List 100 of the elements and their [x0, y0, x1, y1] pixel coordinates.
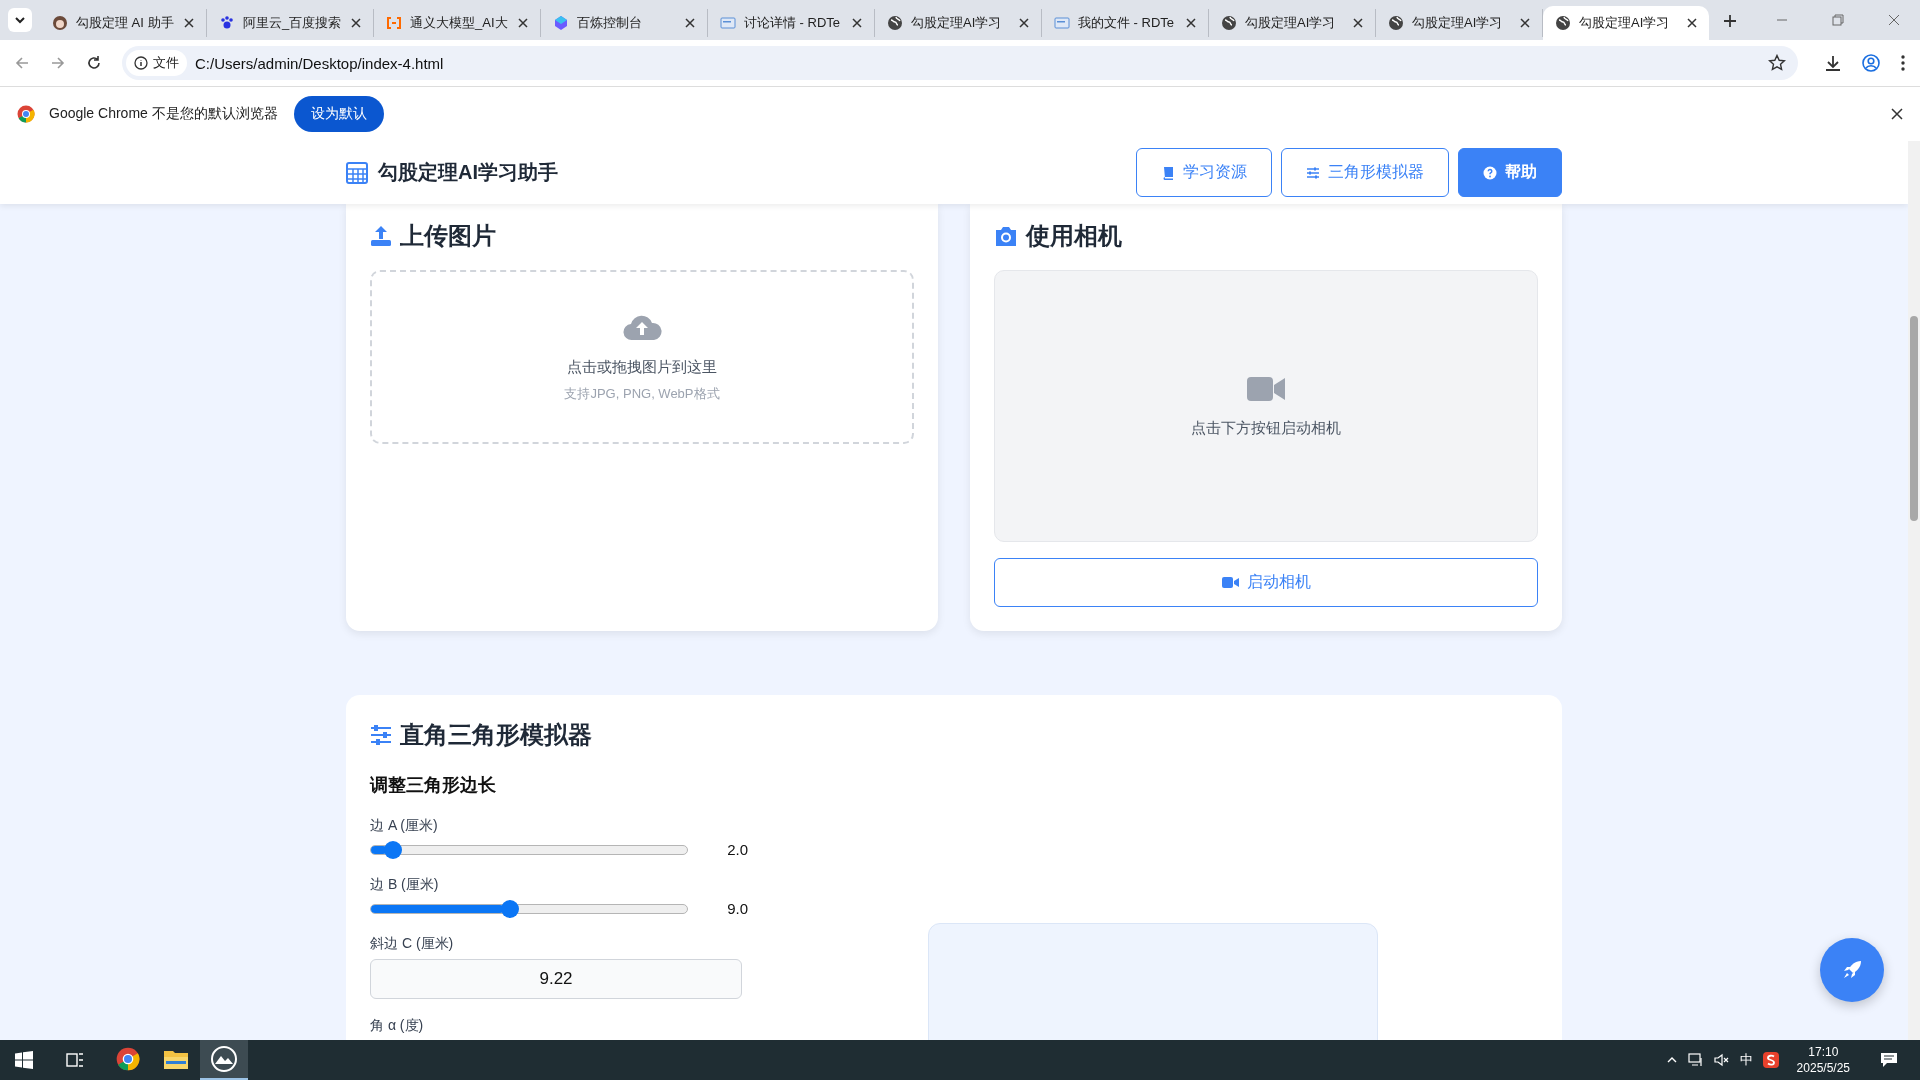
- back-icon[interactable]: [14, 55, 30, 71]
- close-icon[interactable]: [1520, 18, 1530, 28]
- site-title: 勾股定理AI学习助手: [378, 160, 558, 185]
- task-view-icon[interactable]: [66, 1051, 84, 1069]
- close-icon[interactable]: [518, 18, 528, 28]
- nav-button[interactable]: 帮助: [1458, 148, 1562, 197]
- slider-thumb[interactable]: [500, 899, 519, 918]
- tab-title: 勾股定理AI学习: [1412, 14, 1504, 32]
- slider-value: 2.0: [726, 841, 748, 858]
- format-hint: 支持JPG, PNG, WebP格式: [564, 384, 720, 403]
- document-icon: [1054, 15, 1070, 31]
- close-icon[interactable]: [1687, 18, 1697, 28]
- browser-tab[interactable]: 讨论详情 - RDTe: [708, 9, 875, 37]
- section-title: 调整三角形边长: [370, 774, 497, 797]
- network-icon[interactable]: [1687, 1053, 1704, 1067]
- calculator-icon: [346, 161, 368, 184]
- info-icon: [134, 56, 148, 70]
- input-app-icon[interactable]: [1762, 1052, 1779, 1068]
- tab-title: 我的文件 - RDTe: [1078, 14, 1176, 32]
- reload-icon[interactable]: [86, 55, 102, 71]
- close-icon[interactable]: [1186, 18, 1196, 28]
- help-icon: [1483, 165, 1497, 180]
- slider-thumb[interactable]: [383, 840, 402, 859]
- rocket-button[interactable]: [1820, 938, 1884, 1002]
- tab-title: 勾股定理AI学习: [1245, 14, 1337, 32]
- close-icon[interactable]: [685, 18, 695, 28]
- video-camera-icon: [1247, 374, 1285, 403]
- infobar-message: Google Chrome 不是您的默认浏览器: [49, 105, 278, 123]
- browser-tab[interactable]: 勾股定理AI学习: [1543, 6, 1709, 40]
- mountain-icon: [211, 1046, 237, 1072]
- tab-title: 勾股定理AI学习: [1579, 14, 1671, 32]
- download-icon[interactable]: [1824, 54, 1842, 72]
- book-icon: [1161, 165, 1175, 180]
- upload-icon: [370, 225, 392, 247]
- field-label: 角 α (度): [370, 1017, 425, 1035]
- field-label: 边 B (厘米): [370, 876, 440, 894]
- globe-icon: [1388, 15, 1404, 31]
- tab-title: 阿里云_百度搜索: [243, 14, 343, 32]
- taskbar-app[interactable]: [200, 1040, 248, 1080]
- folder-icon: [164, 1049, 188, 1069]
- cube-icon: [553, 15, 569, 31]
- video-camera-icon: [1221, 576, 1239, 589]
- new-tab-icon[interactable]: [1723, 14, 1737, 28]
- tab-title: 通义大模型_AI大: [410, 14, 509, 32]
- sliders-icon: [370, 725, 392, 745]
- url-text: C:/Users/admin/Desktop/index-4.html: [195, 54, 444, 72]
- volume-muted-icon[interactable]: [1713, 1053, 1730, 1067]
- camera-hint: 点击下方按钮启动相机: [1191, 418, 1341, 438]
- notification-icon[interactable]: [1880, 1052, 1898, 1068]
- hypotenuse-field[interactable]: 9.22: [370, 959, 742, 999]
- browser-tab[interactable]: 百炼控制台: [541, 9, 708, 37]
- close-icon[interactable]: [1353, 18, 1363, 28]
- browser-tab[interactable]: 勾股定理AI学习: [1376, 9, 1543, 37]
- site-info-chip[interactable]: 文件: [126, 50, 187, 76]
- rocket-icon: [1841, 959, 1863, 981]
- tab-title: 讨论详情 - RDTe: [744, 14, 842, 32]
- clock-date: 2025/5/25: [1796, 1060, 1850, 1076]
- drop-hint: 点击或拖拽图片到这里: [567, 357, 717, 377]
- tab-title: 百炼控制台: [577, 14, 643, 32]
- globe-icon: [1555, 15, 1571, 31]
- chrome-logo-icon: [116, 1047, 140, 1071]
- bookmark-star-icon[interactable]: [1768, 54, 1786, 72]
- menu-icon[interactable]: [1900, 54, 1906, 72]
- input-method-indicator[interactable]: 中: [1739, 1051, 1753, 1069]
- browser-tab[interactable]: 勾股定理AI学习: [1209, 9, 1376, 37]
- chrome-logo-icon: [17, 105, 35, 123]
- browser-tab[interactable]: 阿里云_百度搜索: [207, 9, 374, 37]
- close-icon[interactable]: [184, 18, 194, 28]
- nav-button[interactable]: 三角形模拟器: [1281, 148, 1449, 197]
- field-label: 斜边 C (厘米): [370, 935, 455, 953]
- scrollbar[interactable]: [1908, 141, 1920, 1040]
- paw-icon: [219, 15, 235, 31]
- forward-icon[interactable]: [50, 55, 66, 71]
- browser-tab[interactable]: 勾股定理 AI 助手: [40, 9, 207, 37]
- nav-button[interactable]: 学习资源: [1136, 148, 1272, 197]
- profile-icon[interactable]: [1862, 54, 1880, 72]
- close-icon[interactable]: [351, 18, 361, 28]
- set-default-button[interactable]: 设为默认: [293, 96, 384, 132]
- close-icon[interactable]: [1019, 18, 1029, 28]
- drop-zone[interactable]: 点击或拖拽图片到这里 支持JPG, PNG, WebP格式: [370, 270, 914, 444]
- sliders-icon: [1306, 165, 1320, 180]
- close-icon[interactable]: [852, 18, 862, 28]
- start-icon[interactable]: [15, 1051, 33, 1069]
- address-bar[interactable]: 文件 C:/Users/admin/Desktop/index-4.html: [122, 46, 1798, 80]
- field-label: 边 A (厘米): [370, 817, 439, 835]
- document-icon: [720, 15, 736, 31]
- bracket-icon: [386, 15, 402, 31]
- card-title: 上传图片: [400, 221, 496, 251]
- globe-icon: [1221, 15, 1237, 31]
- browser-tab[interactable]: 勾股定理AI学习: [875, 9, 1042, 37]
- close-icon[interactable]: [1891, 108, 1903, 120]
- browser-tab[interactable]: 我的文件 - RDTe: [1042, 9, 1209, 37]
- card-title: 直角三角形模拟器: [400, 720, 592, 750]
- tab-search-button[interactable]: [8, 8, 32, 32]
- restore-icon[interactable]: [1832, 14, 1844, 26]
- tab-title: 勾股定理AI学习: [911, 14, 1003, 32]
- browser-tab[interactable]: 通义大模型_AI大: [374, 9, 541, 37]
- globe-icon: [887, 15, 903, 31]
- clock-time: 17:10: [1808, 1044, 1839, 1060]
- start-camera-button[interactable]: 启动相机: [994, 558, 1538, 607]
